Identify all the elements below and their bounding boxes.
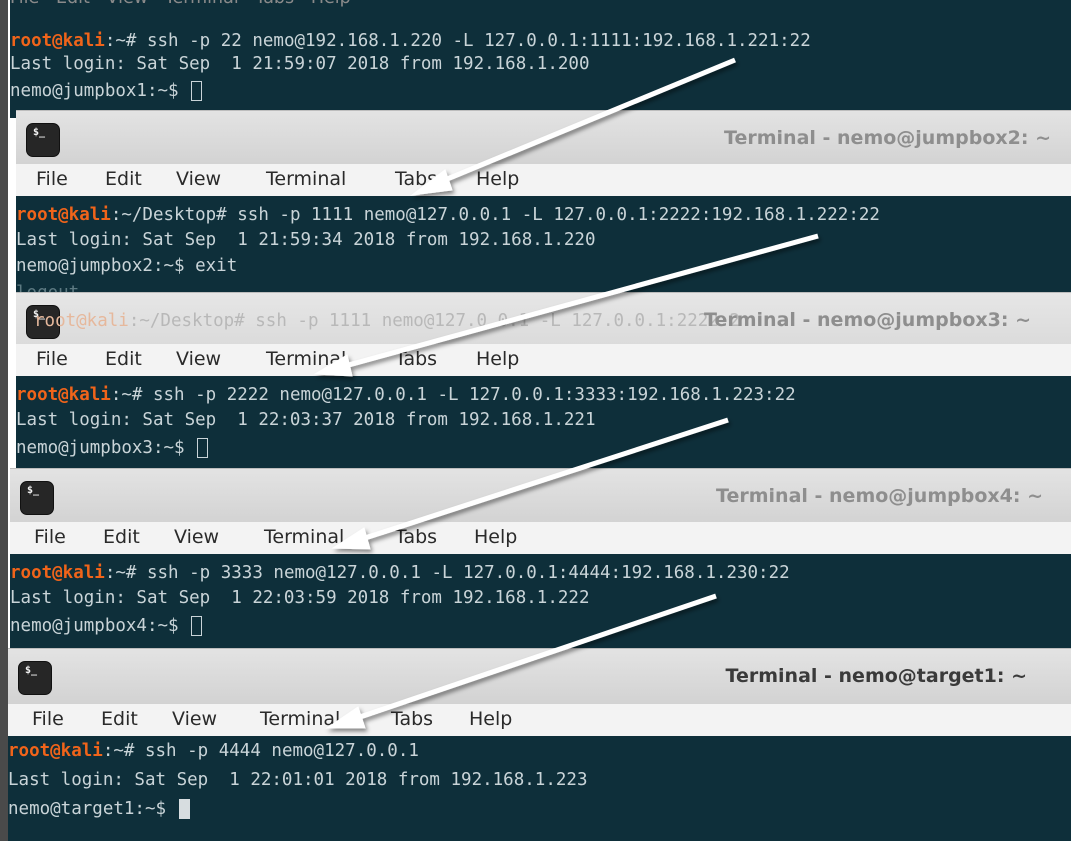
window-title: Terminal - nemo@jumpbox3: ~	[704, 309, 1031, 331]
menu-help[interactable]: Help	[469, 708, 512, 730]
window-title: Terminal - nemo@target1: ~	[725, 665, 1027, 687]
command-text: :~# ssh -p 3333 nemo@127.0.0.1 -L 127.0.…	[104, 563, 790, 583]
command-line: root@kali:~# ssh -p 2222 nemo@127.0.0.1 …	[16, 384, 796, 406]
menu-file[interactable]: File	[36, 348, 68, 370]
menu-view[interactable]: View	[176, 348, 221, 370]
menu-tabs[interactable]: Tabs	[395, 526, 437, 548]
user-host: root@kali	[10, 31, 105, 51]
menu-view[interactable]: View	[176, 168, 221, 190]
prompt-text: nemo@jumpbox4:~$	[10, 616, 190, 636]
user-host: root@kali	[16, 205, 111, 225]
menubar-jumpbox3: File Edit View Terminal Tabs Help	[16, 344, 1071, 376]
command-text: :~# ssh -p 2222 nemo@127.0.0.1 -L 127.0.…	[110, 385, 796, 405]
cursor	[191, 81, 203, 101]
terminal-target1[interactable]: root@kali:~# ssh -p 4444 nemo@127.0.0.1 …	[8, 736, 1071, 841]
terminal-jumpbox4[interactable]: root@kali:~# ssh -p 3333 nemo@127.0.0.1 …	[10, 554, 1071, 648]
user-host: root@kali	[8, 741, 103, 761]
prompt-line: nemo@target1:~$	[8, 798, 190, 820]
prompt-line: nemo@jumpbox3:~$	[16, 437, 209, 459]
command-text: :~# ssh -p 22 nemo@192.168.1.220 -L 127.…	[104, 31, 811, 51]
user-host: root@kali	[16, 385, 111, 405]
menu-view[interactable]: View	[174, 526, 219, 548]
terminal-jumpbox1[interactable]: File Edit View Terminal Tabs Help root@k…	[10, 0, 1071, 118]
menu-help[interactable]: Help	[476, 348, 519, 370]
command-line: root@kali:~# ssh -p 3333 nemo@127.0.0.1 …	[10, 562, 790, 584]
titlebar-jumpbox4[interactable]: $_ Terminal - nemo@jumpbox4: ~	[10, 468, 1071, 525]
menu-tabs[interactable]: Tabs	[395, 168, 437, 190]
menu-terminal[interactable]: Terminal	[266, 348, 346, 370]
last-login-text: Last login: Sat Sep 1 21:59:34 2018 from…	[16, 230, 596, 250]
menu-help[interactable]: Help	[474, 526, 517, 548]
menu-file[interactable]: File	[32, 708, 64, 730]
menu-help[interactable]: Help	[476, 168, 519, 190]
command-line: root@kali:~# ssh -p 4444 nemo@127.0.0.1	[8, 740, 419, 762]
menu-edit[interactable]: Edit	[105, 348, 142, 370]
menu-edit[interactable]: Edit	[103, 526, 140, 548]
titlebar-jumpbox3[interactable]: $_ root@kali:~/Desktop# ssh -p 1111 nemo…	[16, 292, 1071, 349]
menu-tabs[interactable]: Tabs	[391, 708, 433, 730]
menubar-jumpbox2: File Edit View Terminal Tabs Help	[16, 164, 1071, 196]
last-login-text: Last login: Sat Sep 1 21:59:07 2018 from…	[10, 54, 590, 74]
menu-tabs[interactable]: Tabs	[395, 348, 437, 370]
command-text: :~/Desktop# ssh -p 1111 nemo@127.0.0.1 -…	[110, 205, 880, 225]
menu-edit[interactable]: Edit	[101, 708, 138, 730]
last-login-text: Last login: Sat Sep 1 22:03:59 2018 from…	[10, 588, 590, 608]
terminal-jumpbox2[interactable]: root@kali:~/Desktop# ssh -p 1111 nemo@12…	[16, 196, 1071, 300]
last-login-text: Last login: Sat Sep 1 22:01:01 2018 from…	[8, 770, 588, 790]
terminal-icon: $_	[18, 661, 52, 695]
prompt-text: nemo@target1:~$	[8, 799, 177, 819]
terminal-icon: $_	[20, 481, 54, 515]
cursor	[191, 616, 203, 636]
prompt-text: nemo@jumpbox3:~$	[16, 438, 196, 458]
menu-file[interactable]: File	[36, 168, 68, 190]
window-edge	[0, 0, 8, 841]
user-host: root@kali	[10, 563, 105, 583]
prompt-line: nemo@jumpbox1:~$	[10, 80, 203, 102]
command-text: :~# ssh -p 4444 nemo@127.0.0.1	[102, 741, 419, 761]
command-line: root@kali:~# ssh -p 22 nemo@192.168.1.22…	[10, 30, 811, 52]
terminal-icon: $_	[26, 123, 60, 157]
menu-terminal[interactable]: Terminal	[266, 168, 346, 190]
window-title: Terminal - nemo@jumpbox4: ~	[716, 485, 1043, 507]
menubar-target1: File Edit View Terminal Tabs Help	[8, 704, 1071, 736]
cursor	[178, 799, 190, 819]
prompt-text: nemo@jumpbox1:~$	[10, 81, 190, 101]
prompt-line: nemo@jumpbox4:~$	[10, 615, 203, 637]
prompt-text: nemo@jumpbox2:~$ exit	[16, 256, 238, 276]
terminal-jumpbox3[interactable]: root@kali:~# ssh -p 2222 nemo@127.0.0.1 …	[16, 376, 1071, 468]
menubar-jumpbox4: File Edit View Terminal Tabs Help	[10, 522, 1071, 554]
command-line: root@kali:~/Desktop# ssh -p 1111 nemo@12…	[16, 204, 880, 226]
titlebar-jumpbox2[interactable]: $_ Terminal - nemo@jumpbox2: ~	[16, 110, 1071, 167]
titlebar-target1[interactable]: $_ Terminal - nemo@target1: ~	[8, 648, 1071, 705]
last-login-text: Last login: Sat Sep 1 22:03:37 2018 from…	[16, 410, 596, 430]
menu-file[interactable]: File	[34, 526, 66, 548]
cursor	[197, 438, 209, 458]
window-title: Terminal - nemo@jumpbox2: ~	[724, 127, 1051, 149]
ghost-command: root@kali:~/Desktop# ssh -p 1111 nemo@12…	[34, 311, 740, 331]
menu-view[interactable]: View	[172, 708, 217, 730]
menu-edit[interactable]: Edit	[105, 168, 142, 190]
menu-cut: File Edit View Terminal Tabs Help	[10, 0, 351, 9]
menu-terminal[interactable]: Terminal	[264, 526, 344, 548]
menu-terminal[interactable]: Terminal	[260, 708, 340, 730]
